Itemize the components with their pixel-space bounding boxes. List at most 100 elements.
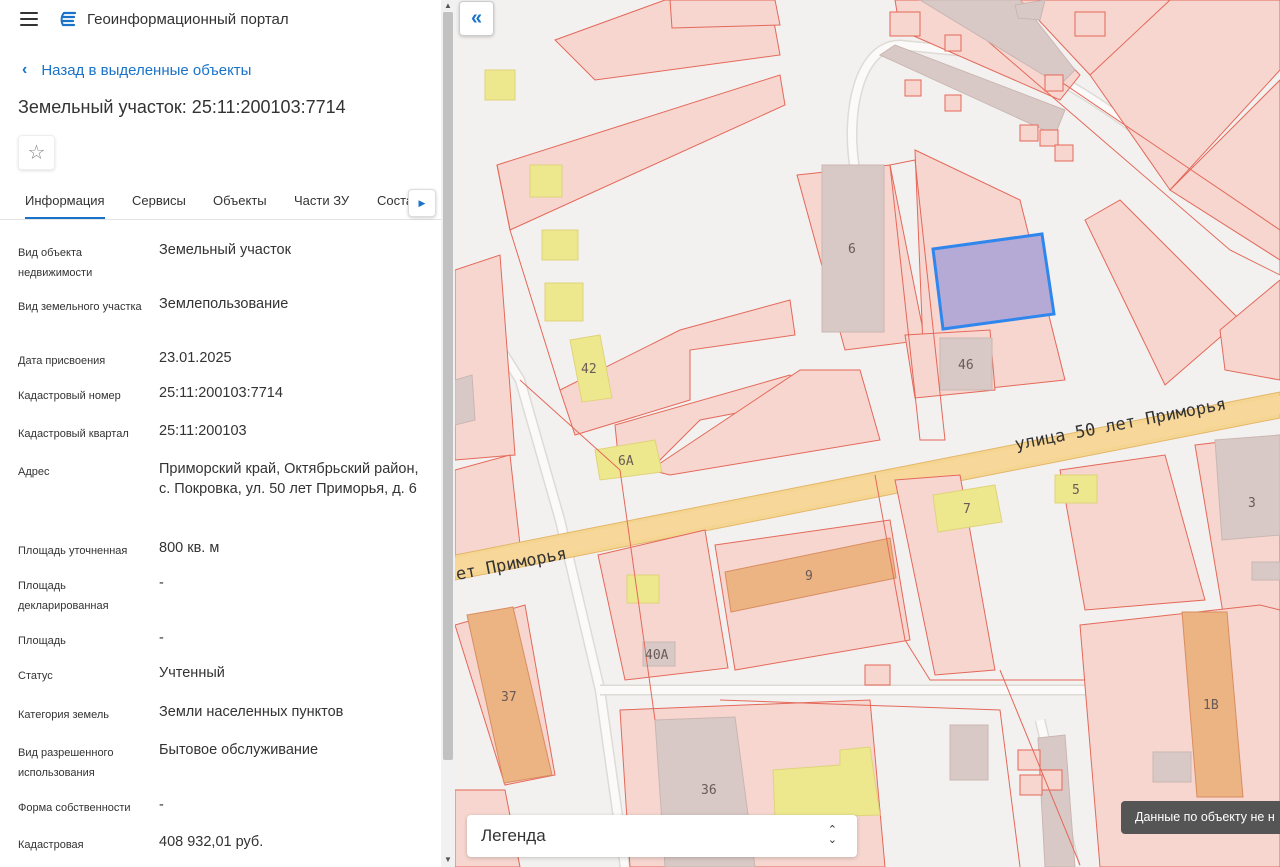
info-panel: Геоинформационный портал ‹ Назад в выдел…: [0, 0, 441, 867]
property-row: Кадастровая 408 932,01 руб.: [18, 832, 423, 862]
property-label: Вид объекта недвижимости: [18, 247, 93, 279]
parcel: [1054, 144, 1074, 162]
page-title: Земельный участок: 25:11:200103:7714: [18, 97, 346, 117]
collapse-panel-button[interactable]: «: [459, 1, 494, 36]
property-row: Вид объекта недвижимости Земельный участ…: [18, 240, 423, 294]
tabs-scroll-right-button[interactable]: ▶: [408, 189, 436, 217]
property-row: Площадь уточненная 800 кв. м: [18, 538, 423, 573]
parcel: [1039, 129, 1059, 147]
map-canvas[interactable]: .p { fill: #f6d6cf; stroke: #e4685a; str…: [455, 0, 1280, 867]
property-value: -: [159, 797, 164, 813]
scroll-up-icon[interactable]: ▲: [443, 1, 453, 11]
property-value: -: [159, 630, 164, 646]
property-label: Площадь уточненная: [18, 545, 128, 557]
parcel: [904, 79, 922, 97]
building: [529, 164, 563, 198]
favorite-button[interactable]: ☆: [18, 135, 55, 170]
property-row: Категория земель Земли населенных пункто…: [18, 702, 423, 740]
building: [484, 69, 516, 101]
property-row: Вид разрешенного использования Бытовое о…: [18, 740, 423, 795]
property-label: Площадь декларированная: [18, 580, 109, 612]
portal-logo-icon: [60, 11, 77, 27]
property-value: Учтенный: [159, 665, 225, 681]
building-number: 37: [501, 690, 517, 705]
property-value: Землепользование: [159, 296, 289, 312]
property-label: Категория земель: [18, 709, 109, 721]
property-label: Кадастровый квартал: [18, 428, 129, 440]
tab-services[interactable]: Сервисы: [132, 193, 186, 208]
panel-scrollbar-thumb[interactable]: [443, 12, 453, 760]
property-row: Кадастровый квартал 25:11:200103: [18, 421, 423, 459]
building-number: 6А: [618, 454, 634, 469]
tab-bar: Информация Сервисы Объекты Части ЗУ Сост…: [0, 186, 441, 220]
legend-panel[interactable]: Легенда ⌃ ⌄: [467, 815, 857, 857]
parcel: [944, 34, 962, 52]
property-row: Дата присвоения 23.01.2025: [18, 348, 423, 383]
parcel: [669, 0, 781, 29]
property-row: Адрес Приморский край, Октябрьский район…: [18, 459, 423, 538]
property-value: Бытовое обслуживание: [159, 742, 319, 758]
tab-info[interactable]: Информация: [25, 193, 105, 219]
building: [626, 574, 660, 604]
property-label: Кадастровый номер: [18, 390, 121, 402]
property-label: Дата присвоения: [18, 355, 106, 367]
building-number: 42: [581, 362, 597, 377]
property-value: 800 кв. м: [159, 540, 220, 556]
property-label: Форма собственности: [18, 802, 131, 814]
selected-parcel[interactable]: [931, 232, 1056, 331]
property-value: Приморский край, Октябрьский район, с. П…: [159, 461, 419, 497]
menu-icon[interactable]: [20, 12, 38, 26]
app-title: Геоинформационный портал: [87, 11, 289, 28]
parcel: [889, 11, 921, 37]
property-row: Площадь декларированная -: [18, 573, 423, 628]
parcel: [1074, 11, 1106, 37]
property-label: Площадь: [18, 635, 66, 647]
caret-right-icon: ▶: [418, 197, 426, 208]
property-label: Вид разрешенного использования: [18, 747, 114, 779]
building: [1214, 434, 1280, 541]
property-value: 408 932,01 руб.: [159, 834, 264, 850]
building: [1251, 561, 1280, 581]
property-label: Адрес: [18, 466, 50, 478]
building: [1152, 751, 1192, 783]
property-list: Вид объекта недвижимости Земельный участ…: [18, 240, 423, 862]
cadastral-map: .p { fill: #f6d6cf; stroke: #e4685a; str…: [455, 0, 1280, 867]
property-value: Земли населенных пунктов: [159, 704, 344, 720]
parcel: [1039, 769, 1063, 791]
parcel: [1019, 124, 1039, 142]
property-row: Кадастровый номер 25:11:200103:7714: [18, 383, 423, 421]
property-row: Статус Учтенный: [18, 663, 423, 702]
property-value: Земельный участок: [159, 242, 291, 258]
tab-parts[interactable]: Части ЗУ: [294, 193, 349, 208]
legend-label: Легенда: [481, 826, 546, 845]
chevron-left-icon: ‹: [22, 61, 28, 78]
parcel: [1044, 74, 1064, 92]
building: [544, 282, 584, 322]
building-number: 6: [848, 242, 856, 257]
property-label: Кадастровая: [18, 839, 84, 851]
expand-collapse-icon[interactable]: ⌃ ⌄: [828, 825, 837, 846]
property-row: Площадь -: [18, 628, 423, 663]
building: [949, 724, 989, 781]
star-icon: ☆: [27, 142, 46, 164]
tooltip: Данные по объекту не н: [1121, 801, 1280, 834]
building-number: 7: [963, 502, 971, 517]
property-value: -: [159, 575, 164, 591]
scroll-down-icon[interactable]: ▼: [443, 855, 453, 865]
building-number: 40А: [645, 648, 669, 663]
double-chevron-left-icon: «: [470, 7, 483, 29]
tab-objects[interactable]: Объекты: [213, 193, 267, 208]
parcel: [455, 454, 521, 556]
back-link[interactable]: ‹ Назад в выделенные объекты: [22, 61, 251, 79]
property-value: 25:11:200103: [159, 423, 247, 439]
property-label: Вид земельного участка: [18, 301, 142, 313]
parcel: [944, 94, 962, 112]
parcel: [1019, 774, 1043, 796]
property-value: 23.01.2025: [159, 350, 232, 366]
property-row: Вид земельного участка Землепользование: [18, 294, 423, 348]
app-header: Геоинформационный портал: [0, 0, 441, 40]
building-number: 9: [805, 569, 813, 584]
building-number: 46: [958, 358, 974, 373]
building-number: 5: [1072, 483, 1080, 498]
property-label: Статус: [18, 670, 53, 682]
